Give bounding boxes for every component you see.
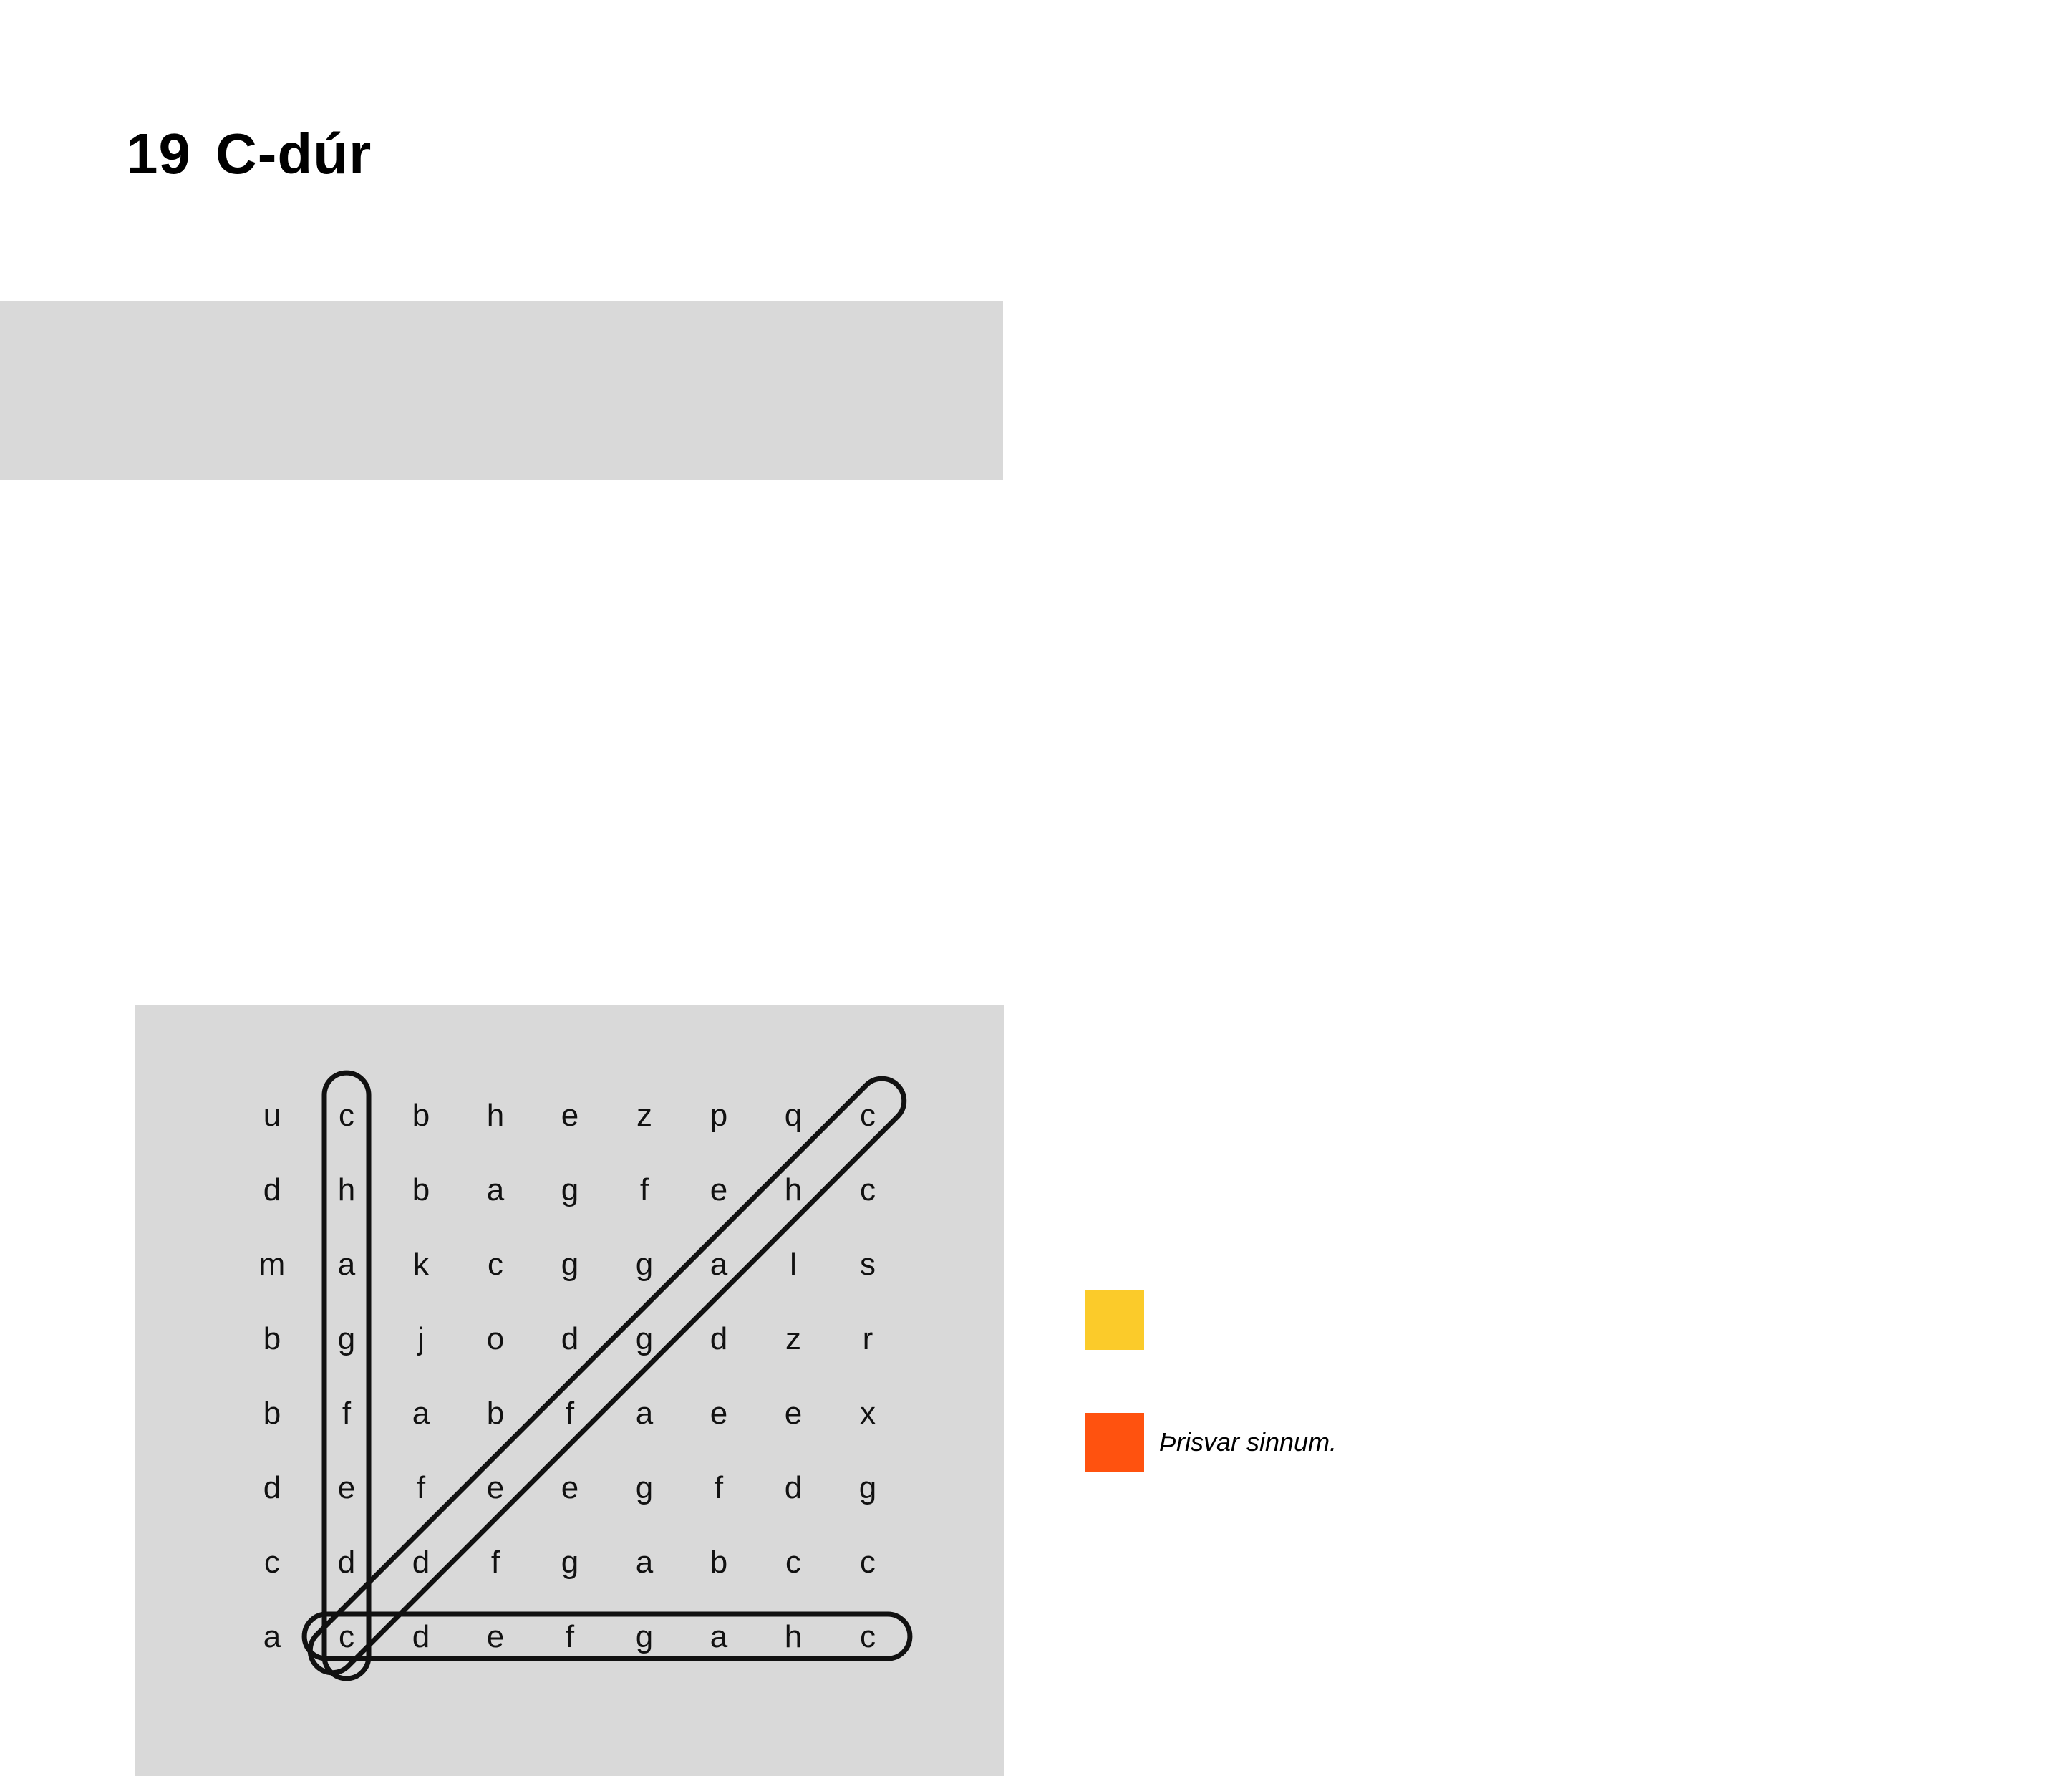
grid-letter: e <box>561 1098 578 1133</box>
grid-letter: a <box>710 1619 728 1654</box>
grid-letter: e <box>561 1470 578 1505</box>
grid-letter: f <box>417 1470 426 1505</box>
grid-letter: f <box>491 1545 500 1580</box>
grid-letter: c <box>860 1098 876 1133</box>
grid-letter: g <box>636 1321 653 1356</box>
legend-label-orange: Þrisvar sinnum. <box>1159 1427 1337 1457</box>
grid-letter: m <box>259 1247 286 1282</box>
legend-swatch-yellow <box>1085 1290 1144 1350</box>
grid-letter: c <box>860 1619 876 1654</box>
grid-letter: c <box>860 1172 876 1207</box>
grid-letter: b <box>263 1396 281 1431</box>
grid-letter: h <box>785 1172 802 1207</box>
grid-letter: e <box>487 1619 504 1654</box>
grid-letter: f <box>566 1396 575 1431</box>
grid-letter: e <box>338 1470 355 1505</box>
grid-letter: d <box>263 1172 281 1207</box>
grid-letter: g <box>561 1247 578 1282</box>
grid-letter: s <box>860 1247 876 1282</box>
grid-letter: g <box>338 1321 355 1356</box>
grid-letter: a <box>636 1396 654 1431</box>
letters-layer: u c b h e z p q c d h b a g f e h c m a k c g g a l s b g j o d g d z r b f a b… <box>259 1098 877 1654</box>
grid-letter: a <box>487 1172 505 1207</box>
grid-letter: q <box>785 1098 802 1133</box>
grid-letter: a <box>412 1396 430 1431</box>
grid-letter: k <box>413 1247 430 1282</box>
grid-letter: c <box>264 1545 280 1580</box>
grid-letter: j <box>416 1321 425 1356</box>
grid-letter: z <box>636 1098 652 1133</box>
grid-letter: d <box>785 1470 802 1505</box>
grid-letter: c <box>339 1619 354 1654</box>
grid-letter: b <box>412 1172 430 1207</box>
word-search-grid: u c b h e z p q c d h b a g f e h c m a k c g g a l s b g j o d g d z r b f a b… <box>259 1070 913 1681</box>
grid-letter: u <box>263 1098 281 1133</box>
grid-letter: o <box>487 1321 504 1356</box>
word-search-panel: u c b h e z p q c d h b a g f e h c m a k c g g a l s b g j o d g d z r b f a b… <box>135 1005 1004 1776</box>
page-title: 19 C-dúr <box>126 125 372 183</box>
grid-letter: g <box>561 1545 578 1580</box>
grid-letter: d <box>710 1321 727 1356</box>
loops-layer <box>301 1070 913 1681</box>
grid-letter: d <box>412 1619 430 1654</box>
grid-letter: a <box>338 1247 356 1282</box>
exercise-number: 19 <box>126 122 191 185</box>
instruction-band <box>0 301 1003 480</box>
grid-letter: e <box>487 1470 504 1505</box>
grid-letter: r <box>863 1321 873 1356</box>
grid-letter: d <box>561 1321 578 1356</box>
grid-letter: a <box>710 1247 728 1282</box>
grid-letter: b <box>710 1545 727 1580</box>
grid-letter: c <box>488 1247 503 1282</box>
grid-letter: f <box>715 1470 724 1505</box>
grid-letter: f <box>566 1619 575 1654</box>
grid-letter: e <box>785 1396 802 1431</box>
grid-letter: e <box>710 1172 727 1207</box>
grid-letter: g <box>636 1470 653 1505</box>
grid-letter: b <box>412 1098 430 1133</box>
grid-letter: a <box>263 1619 281 1654</box>
found-word-loop <box>307 1076 907 1676</box>
grid-letter: d <box>412 1545 430 1580</box>
grid-letter: b <box>263 1321 281 1356</box>
exercise-title: C-dúr <box>215 122 372 185</box>
grid-letter: c <box>339 1098 354 1133</box>
grid-letter: g <box>561 1172 578 1207</box>
grid-letter: x <box>860 1396 876 1431</box>
grid-letter: c <box>860 1545 876 1580</box>
grid-letter: z <box>785 1321 801 1356</box>
grid-letter: g <box>859 1470 876 1505</box>
grid-letter: c <box>785 1545 801 1580</box>
legend-swatch-orange <box>1085 1413 1144 1472</box>
grid-letter: l <box>790 1247 797 1282</box>
grid-letter: f <box>640 1172 649 1207</box>
grid-letter: g <box>636 1247 653 1282</box>
grid-letter: g <box>636 1619 653 1654</box>
grid-letter: h <box>487 1098 504 1133</box>
grid-letter: a <box>636 1545 654 1580</box>
grid-letter: b <box>487 1396 504 1431</box>
grid-letter: h <box>338 1172 355 1207</box>
grid-letter: d <box>263 1470 281 1505</box>
grid-letter: p <box>710 1098 727 1133</box>
grid-letter: h <box>785 1619 802 1654</box>
grid-letter: d <box>338 1545 355 1580</box>
grid-letter: e <box>710 1396 727 1431</box>
grid-letter: f <box>342 1396 352 1431</box>
